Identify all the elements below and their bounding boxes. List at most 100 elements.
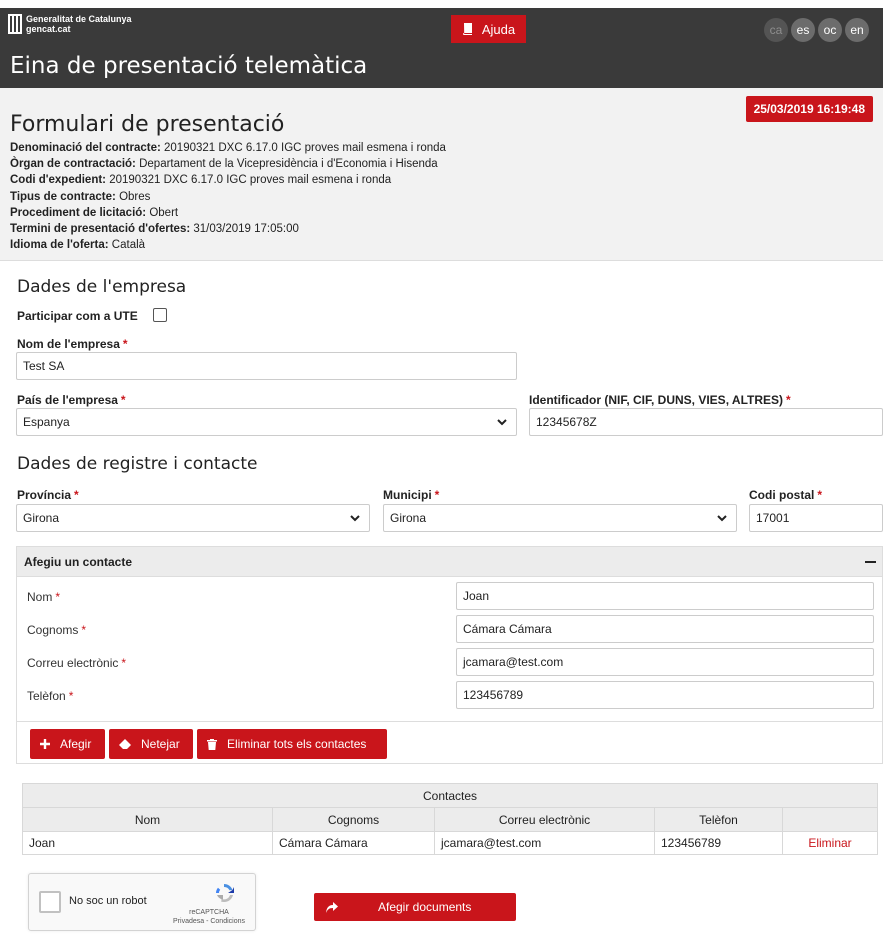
company-name-label: Nom de l'empresa — [17, 337, 120, 351]
contact-surname-input[interactable]: Cámara Cámara — [456, 615, 874, 643]
detail-row: Termini de presentació d'ofertes: 31/03/… — [10, 223, 299, 236]
recaptcha-label: No soc un robot — [69, 895, 147, 907]
clear-contact-label: Netejar — [141, 737, 180, 751]
company-country-select[interactable]: Espanya — [16, 408, 517, 436]
municipality-value: Girona — [390, 511, 427, 525]
recaptcha-links[interactable]: Privadesa - Condicions — [173, 917, 245, 926]
recaptcha-checkbox[interactable] — [39, 891, 61, 913]
province-value: Girona — [23, 511, 60, 525]
share-arrow-icon — [326, 901, 338, 913]
required-mark: * — [121, 656, 127, 670]
delete-all-contacts-button[interactable]: Eliminar tots els contactes — [197, 729, 387, 759]
help-button[interactable]: Ajuda — [451, 15, 526, 43]
postal-code-label: Codi postal — [749, 488, 815, 502]
column-header-nom: Nom — [22, 807, 273, 832]
column-header-action — [782, 807, 878, 832]
detail-row: Denominació del contracte: 20190321 DXC … — [10, 142, 446, 154]
cell-email: jcamara@test.com — [434, 831, 655, 855]
table-row: Joan Cámara Cámara jcamara@test.com 1234… — [22, 831, 878, 855]
contacts-table-caption: Contactes — [22, 783, 878, 808]
tender-details: Denominació del contracte: 20190321 DXC … — [10, 140, 446, 253]
required-mark: * — [74, 488, 79, 502]
lang-ca[interactable]: ca — [764, 18, 788, 42]
ute-label: Participar com a UTE — [17, 309, 138, 323]
add-contact-header[interactable]: Afegiu un contacte — [17, 547, 882, 577]
contact-email-label: Correu electrònic — [27, 656, 119, 670]
company-name-input[interactable]: Test SA — [16, 352, 517, 380]
contact-phone-label: Telèfon — [27, 689, 66, 703]
registry-section-title: Dades de registre i contacte — [17, 454, 258, 474]
required-mark: * — [817, 488, 823, 502]
column-header-telefon: Telèfon — [654, 807, 783, 832]
clear-contact-button[interactable]: Netejar — [109, 729, 193, 759]
required-mark: * — [122, 337, 128, 351]
eraser-icon — [119, 739, 131, 749]
add-contact-panel: Afegiu un contacte Nom * Joan Cognoms * Cá… — [16, 546, 883, 764]
company-country-value: Espanya — [23, 415, 70, 429]
detail-row: Codi d'expedient: 20190321 DXC 6.17.0 IG… — [10, 174, 392, 187]
gencat-logo-icon — [8, 14, 22, 34]
company-id-label: Identificador (NIF, CIF, DUNS, VIES, ALT… — [529, 393, 784, 407]
help-label: Ajuda — [481, 21, 516, 37]
delete-all-contacts-label: Eliminar tots els contactes — [227, 737, 367, 751]
detail-row: Procediment de licitació: Obert — [10, 206, 179, 219]
add-documents-button[interactable]: Afegir documents — [314, 893, 516, 921]
lang-en[interactable]: en — [845, 18, 869, 42]
add-documents-label: Afegir documents — [378, 900, 472, 914]
contact-name-input[interactable]: Joan — [456, 582, 874, 610]
contacts-table: Contactes Nom Cognoms Correu electrònic … — [22, 783, 878, 855]
required-mark: * — [120, 393, 126, 407]
add-contact-button[interactable]: Afegir — [30, 729, 105, 759]
required-mark: * — [434, 488, 440, 502]
column-header-cognoms: Cognoms — [272, 807, 435, 832]
trash-icon — [207, 738, 217, 750]
panel-divider — [17, 721, 882, 722]
app-title: Eina de presentació telemàtica — [10, 53, 368, 79]
cell-nom: Joan — [22, 831, 273, 855]
detail-row: Òrgan de contractació: Departament de la… — [10, 158, 438, 171]
language-switcher: ca es oc en — [764, 18, 869, 42]
recaptcha-brand: reCAPTCHA — [189, 909, 229, 916]
current-datetime: 25/03/2019 16:19:48 — [745, 96, 873, 122]
add-contact-label: Afegir — [60, 737, 92, 751]
contact-phone-input[interactable]: 123456789 — [456, 681, 874, 709]
company-id-input[interactable]: 12345678Z — [529, 408, 883, 436]
ute-checkbox[interactable] — [153, 308, 167, 322]
gencat-logo[interactable]: Generalitat de Catalunya gencat.cat — [8, 14, 132, 34]
province-label: Província — [17, 488, 72, 502]
recaptcha-icon — [216, 884, 234, 903]
contact-name-label: Nom — [27, 590, 53, 604]
municipality-select[interactable]: Girona — [383, 504, 737, 532]
lang-oc[interactable]: oc — [818, 18, 842, 42]
delete-contact-link[interactable]: Eliminar — [782, 831, 878, 855]
detail-row: Tipus de contracte: Obres — [10, 190, 151, 203]
postal-code-input[interactable]: 17001 — [749, 504, 883, 532]
tender-summary: 25/03/2019 16:19:48 Formulari de present… — [0, 88, 883, 261]
company-country-label: País de l'empresa — [17, 393, 118, 407]
company-section-title: Dades de l'empresa — [17, 277, 187, 297]
contact-email-input[interactable]: jcamara@test.com — [456, 648, 874, 676]
collapse-icon[interactable] — [865, 561, 876, 563]
required-mark: * — [68, 689, 74, 703]
required-mark: * — [786, 393, 791, 407]
lang-es[interactable]: es — [791, 18, 815, 42]
province-select[interactable]: Girona — [16, 504, 370, 532]
required-mark: * — [55, 590, 61, 604]
plus-icon — [40, 739, 50, 749]
org-site: gencat.cat — [26, 24, 71, 34]
chevron-down-icon — [350, 515, 360, 522]
contact-surname-label: Cognoms — [27, 623, 79, 637]
chevron-down-icon — [497, 419, 507, 426]
add-contact-title: Afegiu un contacte — [24, 554, 133, 569]
detail-row: Idioma de l'oferta: Català — [10, 239, 146, 252]
org-name: Generalitat de Catalunya — [26, 14, 132, 24]
page-title: Formulari de presentació — [10, 112, 285, 137]
cell-cognoms: Cámara Cámara — [272, 831, 435, 855]
recaptcha-widget: No soc un robot reCAPTCHA Privadesa - Co… — [28, 873, 256, 931]
chevron-down-icon — [717, 515, 727, 522]
required-mark: * — [81, 623, 87, 637]
cell-telefon: 123456789 — [654, 831, 783, 855]
municipality-label: Municipi — [383, 488, 432, 502]
column-header-email: Correu electrònic — [434, 807, 655, 832]
book-icon — [462, 23, 472, 35]
